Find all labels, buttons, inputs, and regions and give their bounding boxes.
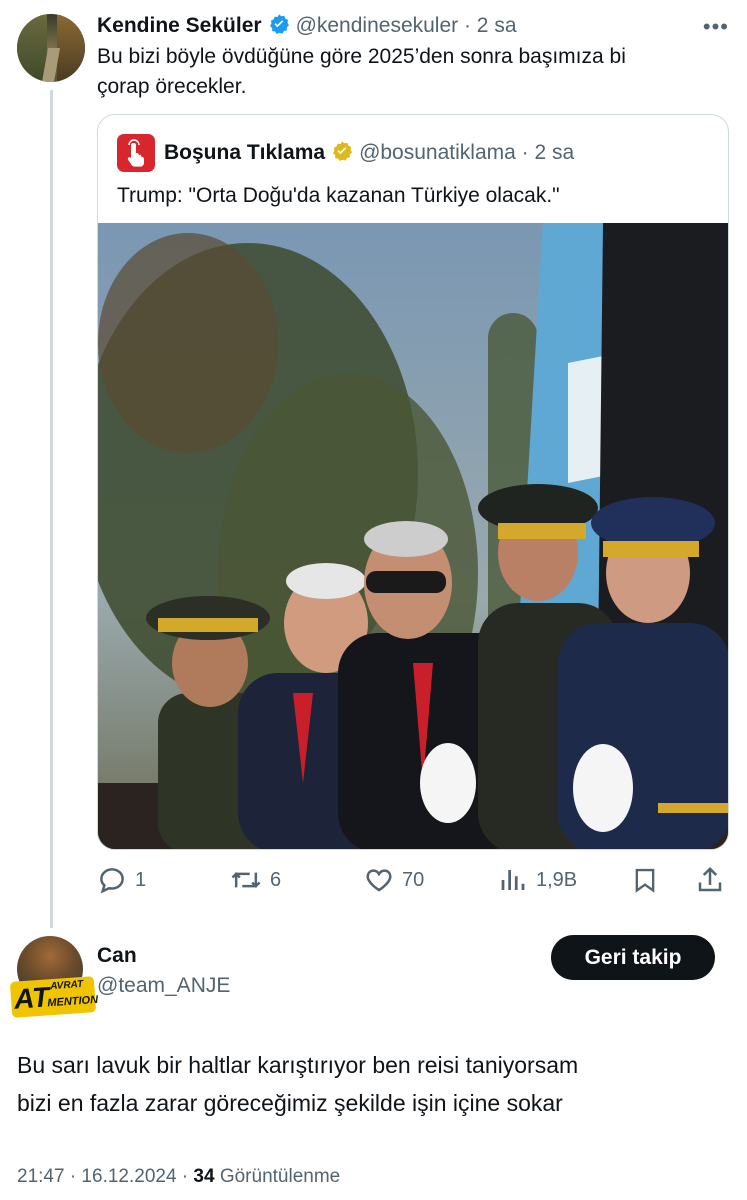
quoted-avatar[interactable]	[117, 134, 155, 172]
badge-top-text: AVRAT	[49, 978, 84, 993]
repost-button[interactable]: 6	[230, 860, 281, 900]
avatar[interactable]	[17, 14, 85, 82]
bookmark-button[interactable]	[631, 860, 659, 900]
reply-count: 1	[135, 868, 147, 891]
reply-icon	[100, 868, 124, 894]
quoted-photo[interactable]	[98, 223, 728, 849]
repost-count: 6	[270, 868, 282, 891]
pointer-hand-icon	[127, 139, 144, 167]
bookmark-icon	[635, 868, 655, 893]
share-icon	[698, 866, 722, 892]
photo-illustration	[98, 223, 728, 849]
display-name[interactable]: Kendine Seküler	[97, 14, 262, 37]
like-count: 70	[402, 868, 425, 891]
like-button[interactable]: 70	[364, 860, 424, 900]
follow-back-button[interactable]: Geri takip	[551, 935, 715, 980]
verified-badge-icon	[268, 13, 290, 43]
reply-text-line: Bu sarı lavuk bir haltlar karıştırıyor b…	[17, 1052, 579, 1078]
timestamp[interactable]: · 2 sa	[464, 14, 517, 37]
quoted-handle[interactable]: @bosunatiklama	[359, 141, 516, 164]
badge-main-text: AT	[12, 981, 51, 1015]
badge-bottom-text: MENTION	[47, 993, 99, 1010]
views-label: Görüntülenme	[214, 1166, 341, 1187]
reply-display-name[interactable]: Can	[97, 944, 137, 968]
handle[interactable]: @kendinesekuler	[296, 14, 459, 37]
tweet-meta: 21:47 · 16.12.2024 · 34 Görüntülenme	[17, 1166, 340, 1188]
quoted-display-name[interactable]: Boşuna Tıklama	[164, 141, 325, 164]
reply-text-line: bizi en fazla zarar göreceğimiz şekilde …	[17, 1090, 563, 1116]
quoted-tweet[interactable]: Boşuna Tıklama @bosunatiklama · 2 sa Trum…	[97, 114, 729, 850]
quoted-timestamp[interactable]: · 2 sa	[522, 141, 575, 164]
reply-handle[interactable]: @team_ANJE	[97, 974, 230, 998]
quoted-header: Boşuna Tıklama @bosunatiklama · 2 sa	[164, 139, 574, 170]
action-bar: 1 6 70 1,9B	[97, 860, 727, 900]
thread-line	[50, 90, 53, 928]
views-button[interactable]: 1,9B	[498, 860, 577, 900]
tweet-timestamp[interactable]: 21:47 · 16.12.2024 ·	[17, 1166, 193, 1187]
tweet-text-line: çorap örecekler.	[97, 75, 247, 98]
share-button[interactable]	[695, 860, 725, 900]
views-count: 1,9B	[536, 868, 578, 891]
verified-gold-badge-icon	[331, 140, 353, 170]
analytics-icon	[501, 870, 525, 890]
reply-button[interactable]: 1	[97, 860, 146, 900]
tweet-header: Kendine Seküler @kendinesekuler · 2 sa	[97, 12, 517, 43]
tweet-text-line: Bu bizi böyle övdüğüne göre 2025’den son…	[97, 45, 626, 68]
quoted-text: Trump: "Orta Doğu'da kazanan Türkiye ola…	[117, 184, 560, 207]
repost-icon	[231, 872, 261, 888]
heart-icon	[366, 869, 392, 892]
views-number: 34	[193, 1166, 215, 1187]
reply-tweet-text: Bu sarı lavuk bir haltlar karıştırıyor b…	[17, 1046, 717, 1122]
avatar-badge-logo: AT AVRAT MENTION	[9, 976, 99, 1018]
more-options-icon[interactable]: •••	[703, 14, 729, 40]
tweet-text: Bu bizi böyle övdüğüne göre 2025’den son…	[97, 42, 727, 102]
